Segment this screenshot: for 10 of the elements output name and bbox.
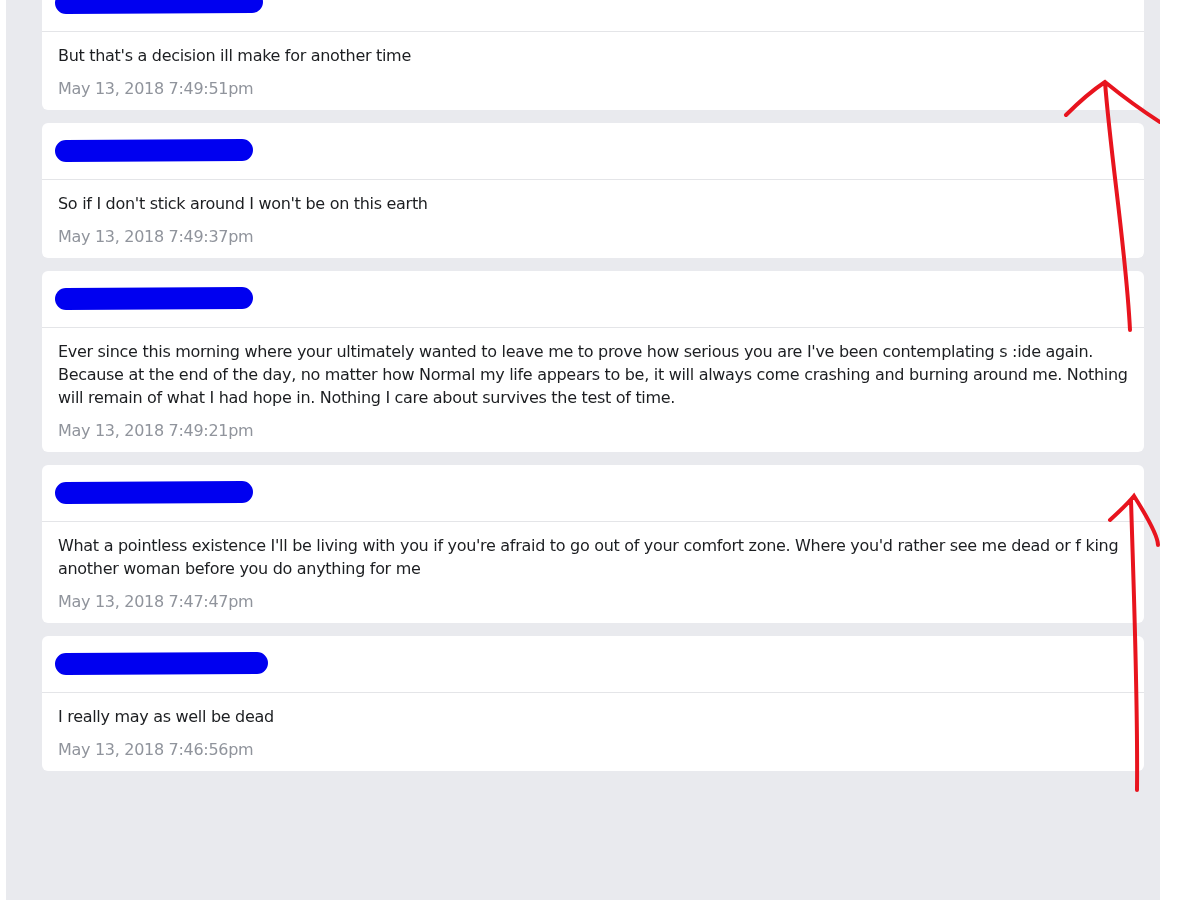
timestamp: May 13, 2018 7:49:21pm bbox=[58, 420, 255, 442]
timestamp: May 13, 2018 7:49:37pm bbox=[58, 226, 255, 248]
message-text: So if I don't stick around I won't be on this earth bbox=[58, 193, 429, 215]
message-text: But that's a decision ill make for another time bbox=[58, 45, 412, 67]
timestamp: May 13, 2018 7:49:51pm bbox=[58, 78, 255, 100]
message-text: I really may as well be dead bbox=[58, 706, 275, 728]
timestamp: May 13, 2018 7:47:47pm bbox=[58, 591, 255, 613]
message-text: Ever since this morning where your ultimately wanted to leave me to prove how serious you are I've been contemplating s :ide again. Because at the end of the day, no matter how Normal my life appears to be, it will always come crashing and burning around me. Nothing will remain of what I had hope in. Nothing I care about survives the test of time. bbox=[58, 341, 1128, 409]
timestamp: May 13, 2018 7:46:56pm bbox=[58, 739, 255, 761]
message-text: What a pointless existence I'll be living with you if you're afraid to go out of your comfort zone. Where you'd rather see me dead or f king another woman before you do anything for me bbox=[58, 535, 1120, 580]
